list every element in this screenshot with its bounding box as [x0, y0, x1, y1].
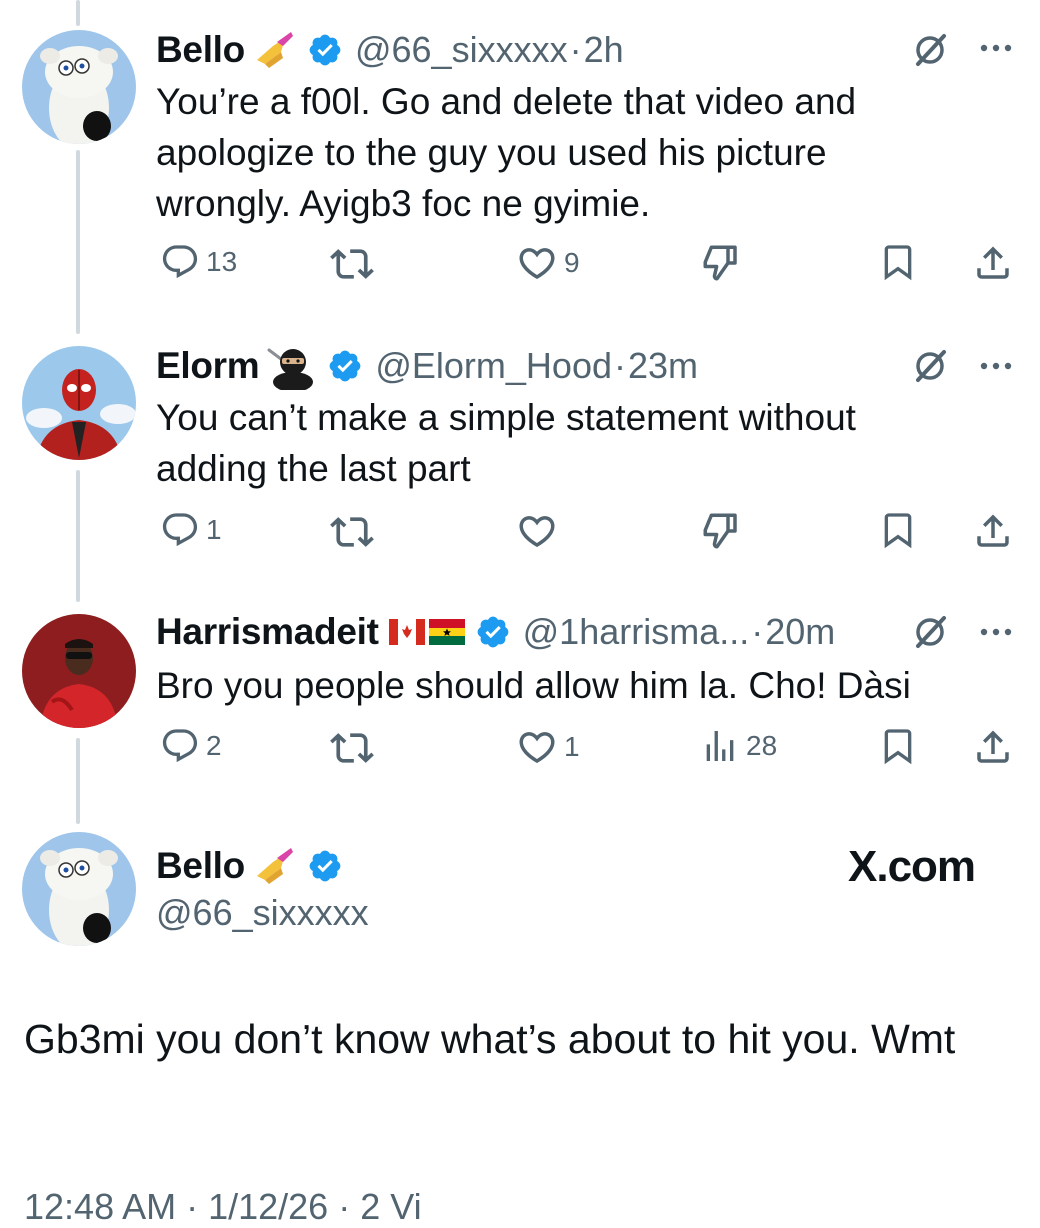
- views-icon: [706, 731, 734, 761]
- avatar[interactable]: [22, 614, 136, 728]
- dislike-icon: [703, 245, 737, 281]
- reply-icon: [162, 245, 198, 279]
- reply-text: You can’t make a simple statement withou…: [156, 397, 856, 489]
- bookmark-icon: [884, 513, 912, 549]
- bookmark-button[interactable]: [878, 510, 918, 550]
- post-time[interactable]: 2h: [584, 29, 624, 71]
- action-bar: 1: [156, 510, 1016, 556]
- reply-text: You’re a f00l. Go and delete that video …: [156, 81, 857, 224]
- dislike-icon: [703, 513, 737, 549]
- like-icon: [519, 732, 555, 764]
- like-button[interactable]: [516, 510, 558, 552]
- thread-line-top: [76, 0, 80, 26]
- reply-button[interactable]: 2: [160, 726, 222, 766]
- more-icon[interactable]: [976, 622, 1016, 647]
- reply-count: 1: [206, 514, 222, 545]
- display-name[interactable]: Bello: [156, 29, 245, 71]
- nail-polish-emoji-icon: [251, 846, 297, 886]
- user-handle[interactable]: @66_sixxxxx: [156, 892, 369, 934]
- like-button[interactable]: 9: [516, 242, 580, 284]
- verified-badge-icon: [327, 348, 363, 384]
- verified-badge-icon: [307, 32, 343, 68]
- more-icon[interactable]: [976, 356, 1016, 381]
- display-name[interactable]: Elorm: [156, 345, 260, 387]
- bookmark-button[interactable]: [878, 726, 918, 766]
- thread-line-2: [76, 470, 80, 602]
- share-button[interactable]: [972, 242, 1014, 284]
- like-icon: [519, 516, 555, 548]
- repost-button[interactable]: [330, 510, 374, 554]
- nail-polish-emoji-icon: [251, 30, 297, 70]
- avatar[interactable]: [22, 832, 136, 946]
- dislike-button[interactable]: [700, 510, 742, 552]
- ninja-emoji-icon: [265, 342, 317, 390]
- repost-icon: [330, 517, 374, 547]
- reply-icon: [162, 729, 198, 763]
- reply-count: 2: [206, 730, 222, 761]
- post-header: Bello: [156, 840, 343, 892]
- bookmark-button[interactable]: [878, 242, 918, 282]
- repost-button[interactable]: [330, 242, 374, 286]
- grok-icon[interactable]: [910, 612, 950, 657]
- repost-icon: [330, 249, 374, 279]
- user-handle[interactable]: @1harrisma...: [523, 611, 750, 653]
- action-bar: 2 1 28: [156, 726, 1016, 772]
- canada-flag-icon: [388, 619, 425, 645]
- avatar[interactable]: [22, 30, 136, 144]
- separator-dot: ·: [751, 611, 764, 652]
- grok-icon[interactable]: [910, 30, 950, 75]
- grok-icon[interactable]: [910, 346, 950, 391]
- post-time[interactable]: 20m: [765, 611, 835, 653]
- repost-button[interactable]: [330, 726, 374, 770]
- reply-count: 13: [206, 246, 238, 277]
- like-icon: [519, 248, 555, 280]
- reply-text: Bro you people should allow him la. Cho!…: [156, 665, 911, 706]
- thread-line-1: [76, 150, 80, 334]
- views-button[interactable]: 28: [700, 726, 777, 766]
- like-count: 9: [564, 247, 580, 278]
- like-count: 1: [564, 731, 580, 762]
- views-count: 28: [746, 730, 778, 761]
- share-button[interactable]: [972, 726, 1014, 768]
- post-text: Gb3mi you don’t know what’s about to hit…: [24, 1016, 956, 1062]
- user-handle[interactable]: @66_sixxxxx: [355, 29, 568, 71]
- share-icon: [977, 246, 1009, 279]
- display-name[interactable]: Bello: [156, 845, 245, 887]
- verified-badge-icon: [307, 848, 343, 884]
- avatar[interactable]: [22, 346, 136, 460]
- user-handle[interactable]: @Elorm_Hood: [375, 345, 612, 387]
- separator-dot: ·: [614, 345, 626, 386]
- share-icon: [977, 514, 1009, 547]
- bookmark-icon: [884, 245, 912, 281]
- reply-header: Bello @66_sixxxxx · 2h: [156, 24, 624, 76]
- verified-badge-icon: [475, 614, 511, 650]
- like-button[interactable]: 1: [516, 726, 580, 768]
- reply-icon: [162, 513, 198, 547]
- share-icon: [977, 730, 1009, 763]
- reply-button[interactable]: 13: [160, 242, 237, 282]
- post-timestamp[interactable]: 12:48 AM · 1/12/26 · 2 Vi: [24, 1186, 422, 1228]
- reply-header: Elorm @Elorm_Hood · 23m: [156, 340, 698, 392]
- brand-watermark: X.com: [848, 842, 976, 891]
- post-time[interactable]: 23m: [628, 345, 698, 387]
- action-bar: 13 9: [156, 242, 1016, 288]
- share-button[interactable]: [972, 510, 1014, 552]
- reply-header: Harrismadeit @1harrisma... · 20m: [156, 606, 835, 658]
- thread-line-3: [76, 738, 80, 824]
- display-name[interactable]: Harrismadeit: [156, 611, 379, 653]
- repost-icon: [330, 733, 374, 763]
- separator-dot: ·: [569, 29, 582, 70]
- bookmark-icon: [884, 729, 912, 765]
- reply-button[interactable]: 1: [160, 510, 222, 550]
- dislike-button[interactable]: [700, 242, 742, 284]
- ghana-flag-icon: [428, 619, 465, 645]
- more-icon[interactable]: [976, 38, 1016, 63]
